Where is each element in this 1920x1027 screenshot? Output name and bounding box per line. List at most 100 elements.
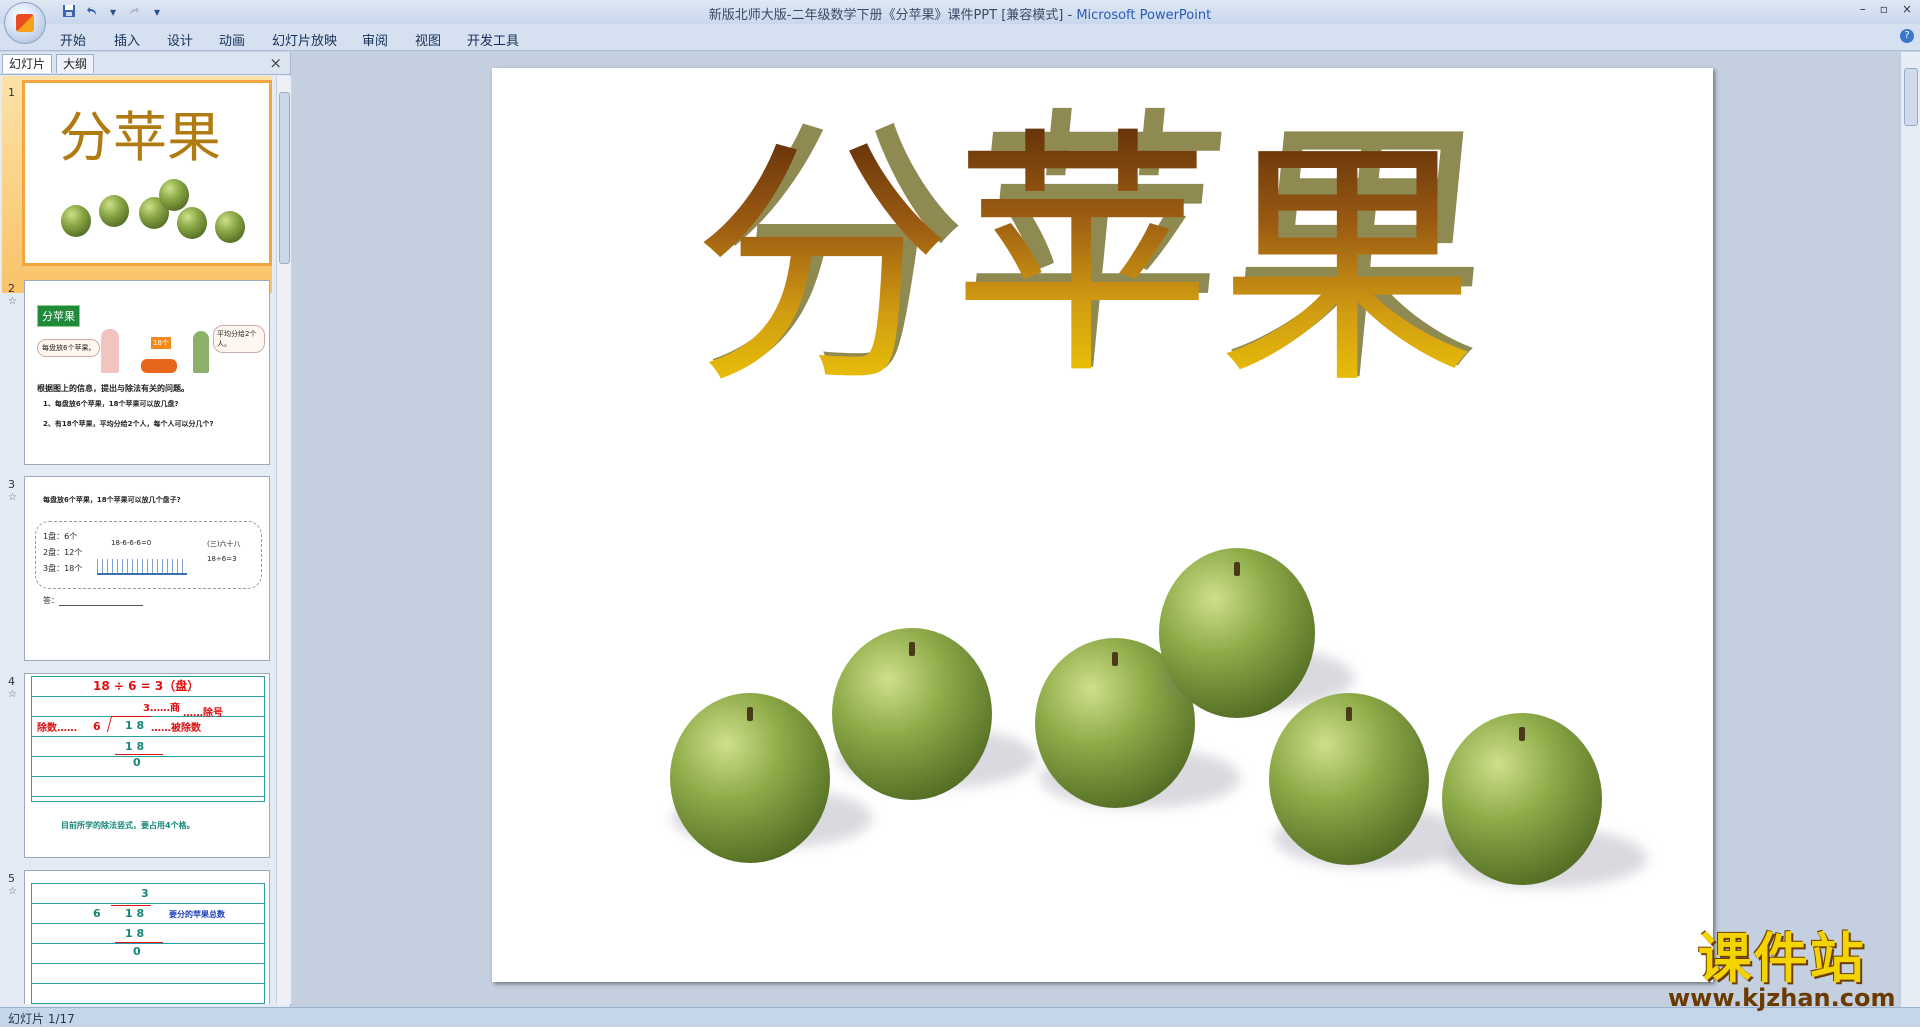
tab-design[interactable]: 设计 (167, 30, 193, 49)
dividend-value: 1 8 (125, 719, 145, 732)
thumb-question-1: 1、每盘放6个苹果，18个苹果可以放几盘? (43, 400, 179, 408)
product-value: 1 8 (125, 927, 145, 940)
site-watermark: 课件站 www.kjzhan.com (1668, 930, 1895, 1013)
thumb-title: 分苹果 (59, 106, 221, 169)
thumb-note: 目前所学的除法竖式，要占用4个格。 (61, 821, 195, 830)
title-bar: 新版北师大版-二年级数学下册《分苹果》课件PPT [兼容模式] - Micros… (0, 0, 1920, 24)
help-icon[interactable]: ? (1900, 29, 1914, 43)
thumb-line-1: 1盘：6个 (43, 532, 78, 541)
subtraction-line (115, 754, 163, 755)
dividend-value: 1 8 (125, 907, 145, 920)
slide-canvas-area: 分 分 苹 苹 果 果 (292, 52, 1900, 1007)
transition-star-icon: ☆ (8, 492, 17, 503)
restore-button[interactable]: ▫ (1880, 2, 1888, 16)
apple-pile (141, 359, 177, 373)
slide-thumbnail-3[interactable]: 3 ☆ 每盘放6个苹果，18个苹果可以放几个盘子? 1盘：6个 2盘：12个 3… (4, 472, 272, 662)
apple-image (99, 195, 129, 227)
thumbnail-scrollbar[interactable] (276, 76, 291, 1004)
slide-thumbnail-5[interactable]: 5 ☆ 3 6 1 8 要分的苹果总数 1 8 0 (4, 866, 272, 1004)
window-controls: – ▫ × (1860, 2, 1912, 16)
office-button[interactable] (4, 2, 46, 44)
slide-thumbnail-2[interactable]: 2 ☆ 分苹果 每盘放6个苹果。 18个 平均分给2个人。 根据图上的信息，提出… (4, 276, 272, 466)
ribbon-tabs: 开始 插入 设计 动画 幻灯片放映 审阅 视图 开发工具 ? (0, 24, 1920, 51)
slide-number: 3 (8, 478, 15, 491)
panel-tabs: 幻灯片 大纲 × (0, 52, 290, 75)
save-icon[interactable] (60, 4, 78, 20)
scroll-thumb[interactable] (1904, 68, 1918, 126)
apple-image (215, 211, 245, 243)
office-logo-icon (16, 14, 34, 32)
dividend-label: ……被除数 (151, 723, 201, 734)
apple-image (832, 628, 992, 800)
divisor-sign-label: ……除号 (183, 708, 223, 719)
tab-insert[interactable]: 插入 (114, 30, 140, 49)
thumb-equation: 18-6-6-6=0 (111, 539, 152, 547)
answer-line (59, 605, 143, 606)
apple-image (670, 693, 830, 863)
slides-panel: 幻灯片 大纲 × 1 分苹果 2 ☆ 分苹果 每盘放6个苹果。 18个 平均分给… (0, 52, 291, 1007)
apple-image (177, 207, 207, 239)
speech-bubble-right: 平均分给2个人。 (213, 325, 265, 353)
thumbnail-preview[interactable]: 3 6 1 8 要分的苹果总数 1 8 0 (24, 870, 270, 1004)
thumb-question: 每盘放6个苹果，18个苹果可以放几个盘子? (43, 496, 181, 504)
redo-icon[interactable] (126, 4, 144, 20)
tab-developer[interactable]: 开发工具 (467, 30, 519, 49)
apple-image (1442, 713, 1602, 885)
thumbnail-preview[interactable]: 每盘放6个苹果，18个苹果可以放几个盘子? 1盘：6个 2盘：12个 3盘：18… (24, 476, 270, 661)
quick-access-toolbar: ▾ ▾ (52, 3, 166, 21)
close-button[interactable]: × (1902, 2, 1912, 16)
transition-star-icon: ☆ (8, 296, 17, 307)
scroll-thumb[interactable] (279, 92, 290, 264)
quotient-label: 3……商 (143, 703, 180, 714)
thumb-equation: 18 ÷ 6 = 3（盘） (93, 679, 200, 693)
thumb-badge: 分苹果 (37, 305, 80, 327)
tab-view[interactable]: 视图 (415, 30, 441, 49)
slide-number: 4 (8, 675, 15, 688)
thumbnail-list: 1 分苹果 2 ☆ 分苹果 每盘放6个苹果。 18个 平均分给2个人。 根据图上… (0, 76, 276, 1004)
undo-icon[interactable] (82, 4, 100, 20)
transition-star-icon: ☆ (8, 689, 17, 700)
transition-star-icon: ☆ (8, 886, 17, 897)
thumb-line-3: 3盘：18个 (43, 564, 83, 573)
tab-review[interactable]: 审阅 (362, 30, 388, 49)
customize-qat-icon[interactable]: ▾ (148, 4, 166, 20)
thumbnail-preview[interactable]: 18 ÷ 6 = 3（盘） 3……商 ……除号 除数…… 6 1 8 ……被除数… (24, 673, 270, 858)
slide-counter: 幻灯片 1/17 (8, 1012, 75, 1026)
tab-home[interactable]: 开始 (60, 30, 86, 49)
apple-image (159, 179, 189, 211)
tab-animations[interactable]: 动画 (219, 30, 245, 49)
thumb-line-2: 2盘：12个 (43, 548, 83, 557)
tab-outline[interactable]: 大纲 (56, 54, 95, 73)
slide-number: 2 (8, 282, 15, 295)
slide-scrollbar[interactable] (1900, 52, 1920, 1007)
title-char-1: 分 分 (690, 95, 982, 421)
apple-image (1269, 693, 1429, 865)
grid-lines (31, 883, 265, 1004)
app-name: Microsoft PowerPoint (1076, 8, 1212, 23)
qat-dropdown[interactable]: ▾ (104, 4, 122, 20)
thumb-right-1: (三)六十八 (207, 540, 241, 548)
tab-slides[interactable]: 幻灯片 (2, 54, 53, 73)
slide-number: 5 (8, 872, 15, 885)
slide-thumbnail-1[interactable]: 1 分苹果 (4, 76, 272, 290)
divisor-label: 除数…… (37, 723, 77, 734)
current-slide[interactable]: 分 分 苹 苹 果 果 (492, 68, 1713, 982)
remainder-value: 0 (133, 945, 141, 958)
tab-slideshow[interactable]: 幻灯片放映 (272, 30, 337, 49)
dividend-note: 要分的苹果总数 (169, 910, 225, 919)
thumbnail-preview[interactable]: 分苹果 (22, 80, 272, 266)
thumbnail-preview[interactable]: 分苹果 每盘放6个苹果。 18个 平均分给2个人。 根据图上的信息，提出与除法有… (24, 280, 270, 465)
status-bar: 幻灯片 1/17 (0, 1007, 1920, 1026)
document-title: 新版北师大版-二年级数学下册《分苹果》课件PPT [兼容模式] - (708, 8, 1077, 23)
title-char-3: 果 果 (1215, 95, 1507, 421)
subtraction-line (115, 942, 163, 943)
boy-figure (193, 331, 209, 373)
speech-bubble-left: 每盘放6个苹果。 (37, 339, 101, 357)
panel-close-button[interactable]: × (269, 54, 282, 72)
minimize-button[interactable]: – (1860, 2, 1866, 16)
slide-thumbnail-4[interactable]: 4 ☆ 18 ÷ 6 = 3（盘） 3……商 ……除号 除数…… 6 1 8 …… (4, 669, 272, 859)
apple-sign: 18个 (151, 337, 171, 349)
slide-number: 1 (8, 86, 15, 99)
apple-image (1159, 548, 1315, 718)
thumb-question-2: 2、有18个苹果，平均分给2个人，每个人可以分几个? (43, 420, 214, 428)
